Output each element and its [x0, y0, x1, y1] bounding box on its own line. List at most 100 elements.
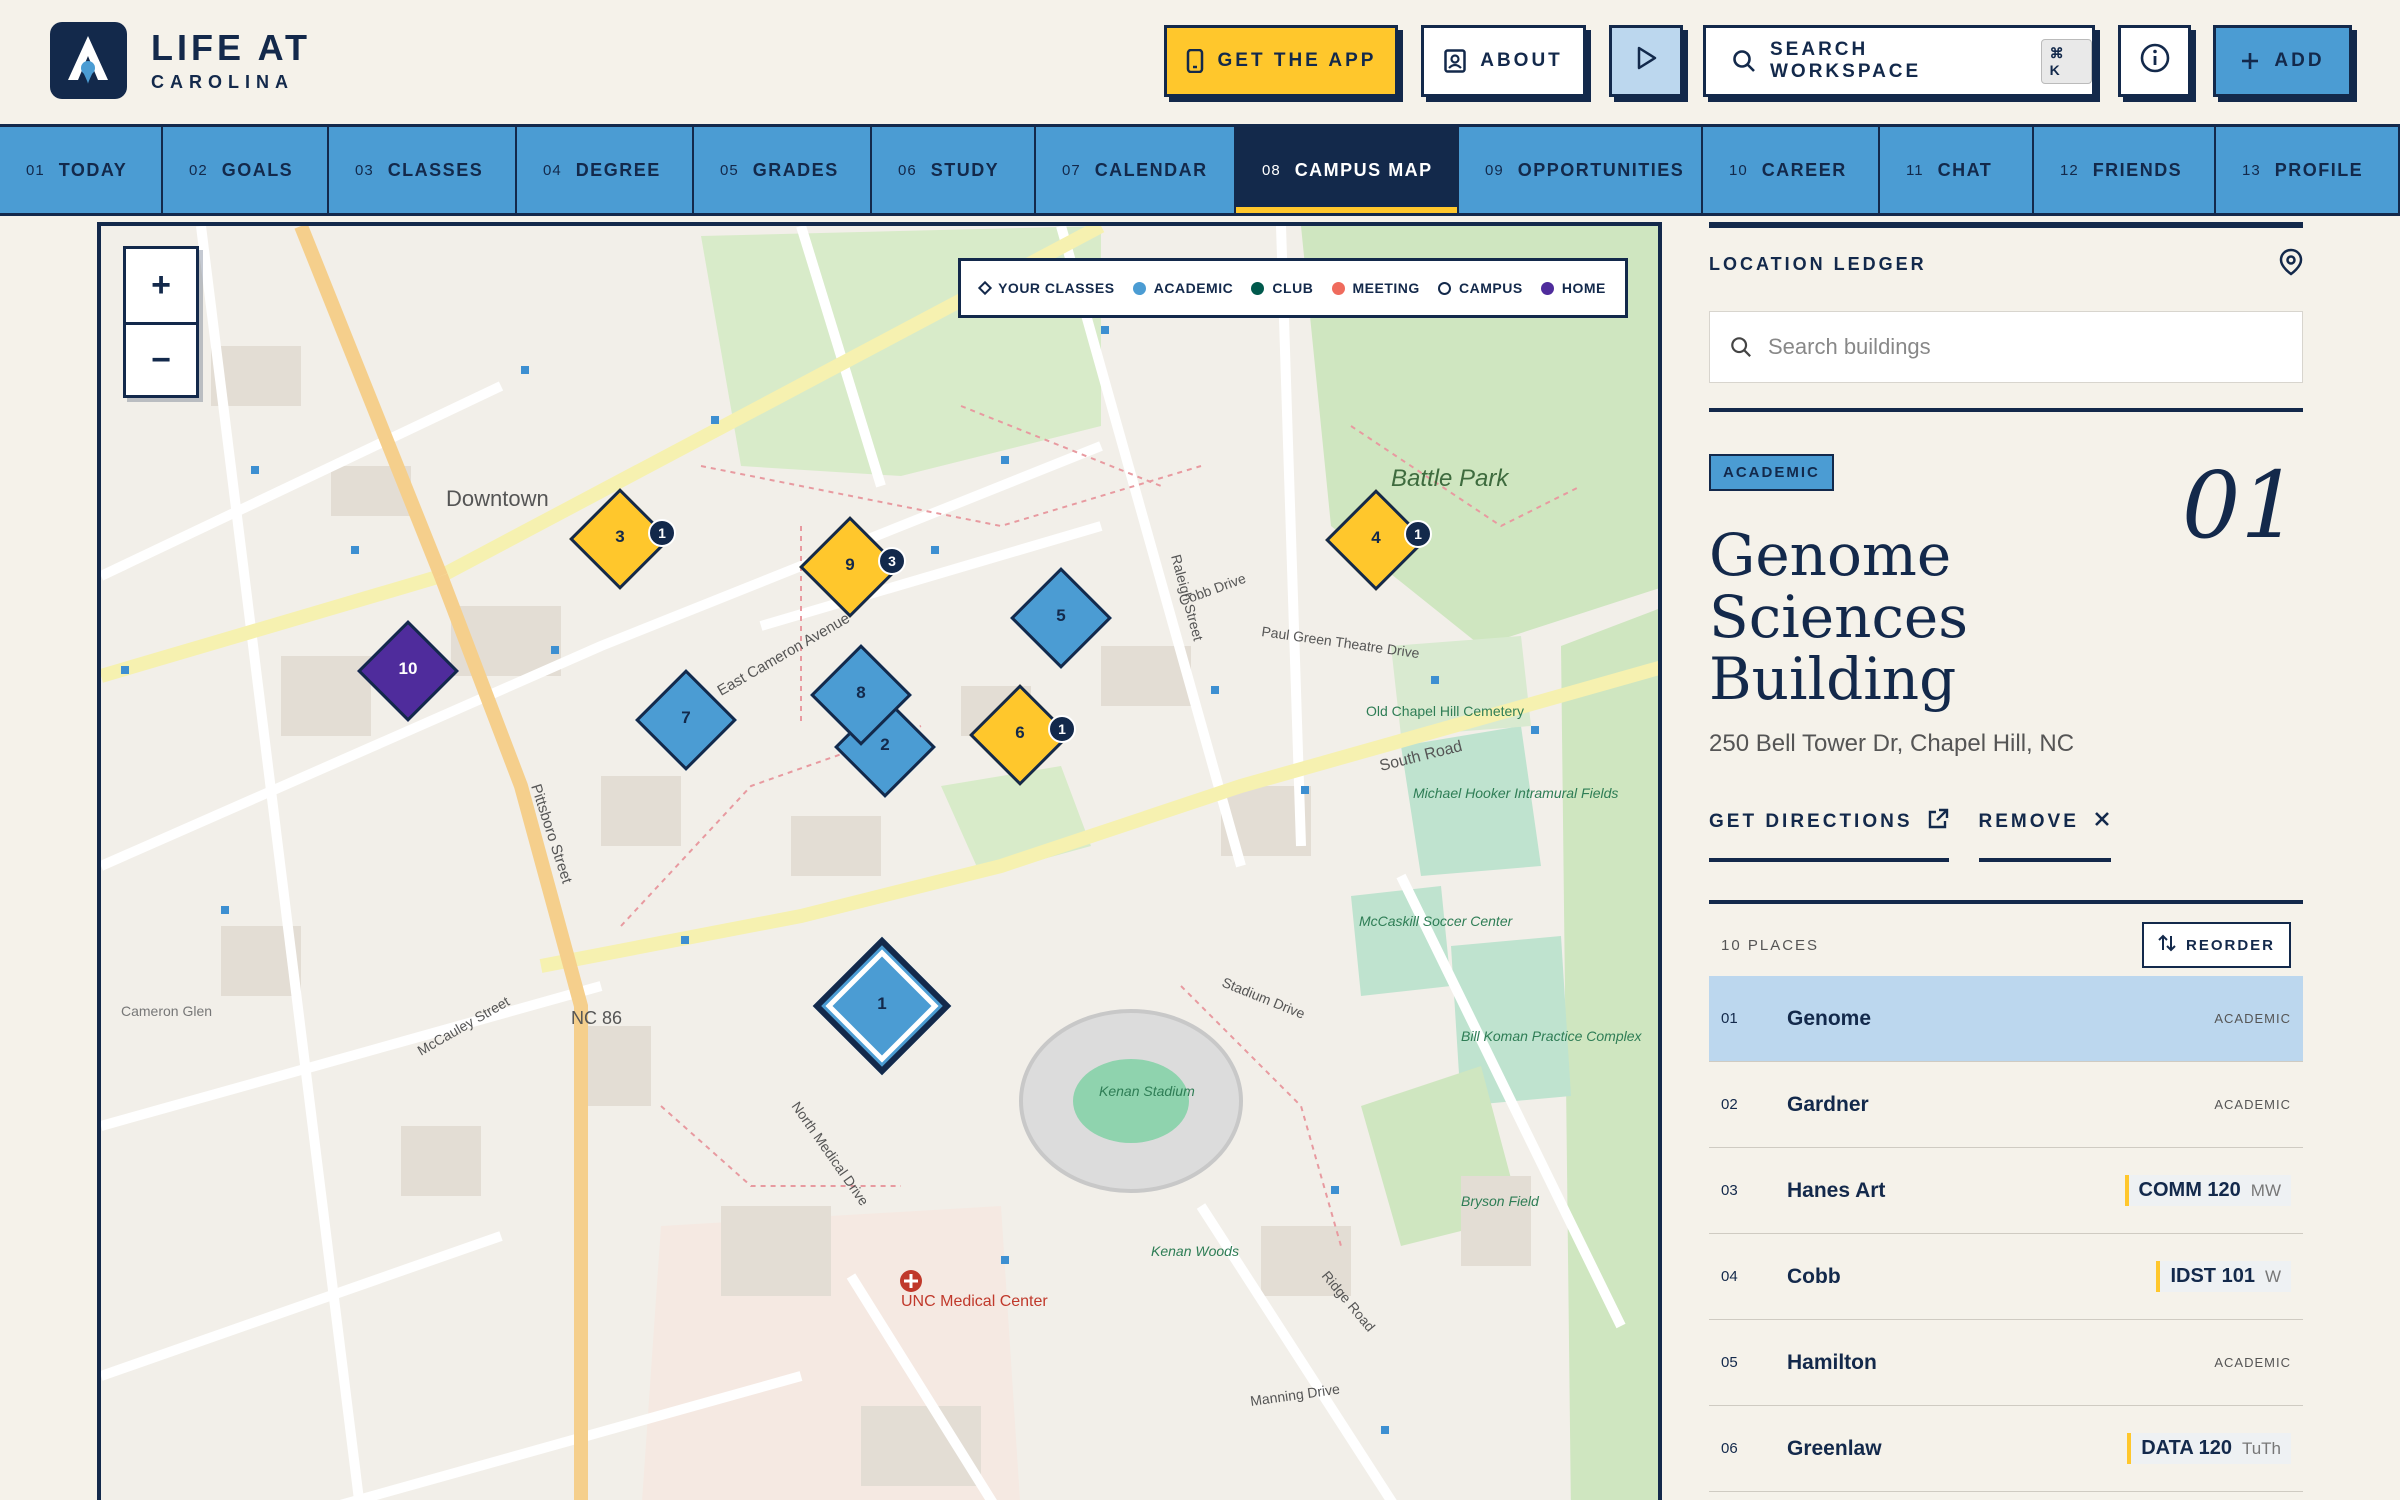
- get-app-label: GET THE APP: [1217, 50, 1377, 71]
- places-count: 10 PLACES: [1721, 936, 1820, 954]
- tab-career[interactable]: 10 CAREER: [1703, 127, 1880, 213]
- legend-swatch: [1331, 281, 1345, 295]
- legend-item: CLUB: [1251, 280, 1313, 296]
- zoom-in-button[interactable]: +: [126, 249, 196, 322]
- place-row[interactable]: 01 Genome ACADEMIC: [1709, 976, 2303, 1062]
- zoom-controls: + −: [123, 246, 199, 398]
- zoom-out-button[interactable]: −: [126, 322, 196, 395]
- get-directions-button[interactable]: GET DIRECTIONS: [1709, 808, 1949, 862]
- info-icon: [2139, 42, 2171, 80]
- tab-campus-map[interactable]: 08 CAMPUS MAP: [1236, 127, 1459, 213]
- place-name: Hanes Art: [1787, 1178, 1886, 1202]
- places-header: 10 PLACES REORDER: [1709, 922, 2303, 968]
- about-button[interactable]: ABOUT: [1421, 25, 1586, 97]
- tab-number: 12: [2060, 161, 2079, 179]
- map-pin-icon[interactable]: [2279, 248, 2303, 281]
- place-number: 06: [1721, 1440, 1738, 1457]
- tab-classes[interactable]: 03 CLASSES: [329, 127, 517, 213]
- place-row[interactable]: 03 Hanes Art COMM 120 MW: [1709, 1148, 2303, 1234]
- tab-goals[interactable]: 02 GOALS: [163, 127, 329, 213]
- marker-number: 3: [615, 527, 625, 546]
- reorder-icon: [2158, 934, 2176, 956]
- tab-number: 01: [26, 161, 45, 179]
- brand-wordmark: LIFE AT CAROLINA: [151, 28, 311, 93]
- main-nav: 01 TODAY 02 GOALS 03 CLASSES 04 DEGREE 05 GRADES 0…: [0, 124, 2400, 216]
- tab-label: STUDY: [930, 159, 1000, 180]
- legend-label: HOME: [1561, 280, 1606, 296]
- tab-calendar[interactable]: 07 CALENDAR: [1036, 127, 1236, 213]
- course-days: TuTh: [2241, 1438, 2281, 1458]
- label-bryson-field: Bryson Field: [1461, 1193, 1540, 1209]
- tab-chat[interactable]: 11 CHAT: [1880, 127, 2034, 213]
- play-icon: [1633, 45, 1659, 77]
- plus-icon: [2240, 51, 2260, 71]
- logo-icon[interactable]: [50, 22, 127, 99]
- phone-icon: [1186, 49, 1204, 73]
- tab-label: FRIENDS: [2092, 159, 2183, 180]
- remove-button[interactable]: REMOVE: [1978, 808, 2111, 862]
- course-code: DATA 120: [2141, 1437, 2232, 1459]
- reorder-label: REORDER: [2185, 936, 2275, 954]
- external-link-icon: [1927, 808, 1949, 836]
- get-app-button[interactable]: GET THE APP: [1164, 25, 1398, 97]
- remove-label: REMOVE: [1978, 811, 2079, 832]
- tab-label: TODAY: [58, 159, 128, 180]
- tab-number: 09: [1485, 161, 1504, 179]
- marker-number: 2: [880, 735, 890, 754]
- tab-number: 06: [898, 161, 917, 179]
- place-name: Greenlaw: [1787, 1436, 1882, 1460]
- building-search-input[interactable]: Search buildings: [1709, 311, 2303, 383]
- marker-number: 1: [877, 994, 887, 1013]
- place-type: ACADEMIC: [2214, 1097, 2291, 1112]
- tab-study[interactable]: 06 STUDY: [872, 127, 1036, 213]
- tab-number: 11: [1906, 161, 1924, 179]
- add-button[interactable]: ADD: [2213, 25, 2352, 97]
- tab-degree[interactable]: 04 DEGREE: [517, 127, 694, 213]
- campus-map[interactable]: Downtown Battle Park Kenan Stadium UNC M…: [97, 222, 1662, 1500]
- label-cemetery: Old Chapel Hill Cemetery: [1366, 703, 1524, 719]
- tab-number: 07: [1062, 161, 1081, 179]
- marker-number: 10: [398, 659, 418, 678]
- building-address: 250 Bell Tower Dr, Chapel Hill, NC: [1709, 730, 2075, 757]
- label-mccaskill: McCaskill Soccer Center: [1359, 913, 1514, 929]
- tab-label: DEGREE: [575, 159, 661, 180]
- place-name: Gardner: [1787, 1092, 1869, 1116]
- place-number: 05: [1721, 1354, 1738, 1371]
- place-number: 04: [1721, 1268, 1738, 1285]
- tab-label: OPPORTUNITIES: [1517, 159, 1685, 180]
- info-button[interactable]: [2118, 25, 2191, 97]
- place-number: 01: [1721, 1010, 1738, 1027]
- tab-profile[interactable]: 13 PROFILE: [2216, 127, 2400, 213]
- search-icon: [1732, 49, 1756, 73]
- tab-label: CAMPUS MAP: [1294, 159, 1433, 180]
- course-code: COMM 120: [2138, 1179, 2241, 1201]
- place-name: Genome: [1787, 1006, 1872, 1030]
- tab-label: PROFILE: [2274, 159, 2364, 180]
- places-list: 01 Genome ACADEMIC 02 Gardner ACADEMIC 03 Hanes…: [1709, 976, 2303, 1492]
- tab-opportunities[interactable]: 09 OPPORTUNITIES: [1459, 127, 1703, 213]
- tab-grades[interactable]: 05 GRADES: [694, 127, 872, 213]
- place-row[interactable]: 04 Cobb IDST 101 W: [1709, 1234, 2303, 1320]
- selected-index: 01: [2181, 452, 2299, 559]
- place-row[interactable]: 02 Gardner ACADEMIC: [1709, 1062, 2303, 1148]
- label-battle-park: Battle Park: [1391, 465, 1510, 492]
- play-button[interactable]: [1609, 25, 1683, 97]
- divider: [1709, 900, 2303, 904]
- reorder-button[interactable]: REORDER: [2141, 922, 2291, 968]
- map-legend: YOUR CLASSES ACADEMIC CLUB MEETING CAMPUS HOM…: [958, 258, 1628, 318]
- legend-label: YOUR CLASSES: [998, 280, 1115, 296]
- tab-today[interactable]: 01 TODAY: [0, 127, 163, 213]
- class-chip: COMM 120 MW: [2124, 1175, 2291, 1206]
- class-count-badge: 1: [648, 519, 676, 547]
- add-label: ADD: [2274, 50, 2325, 71]
- tab-number: 04: [543, 161, 562, 179]
- legend-label: CAMPUS: [1459, 280, 1523, 296]
- brand-line1: LIFE AT: [151, 27, 311, 68]
- tab-friends[interactable]: 12 FRIENDS: [2034, 127, 2216, 213]
- place-row[interactable]: 05 Hamilton ACADEMIC: [1709, 1320, 2303, 1406]
- search-workspace-button[interactable]: SEARCH WORKSPACE ⌘ K: [1703, 25, 2095, 97]
- tab-number: 02: [189, 161, 208, 179]
- search-placeholder: Search buildings: [1768, 334, 1931, 359]
- legend-swatch: [1540, 281, 1554, 295]
- place-row[interactable]: 06 Greenlaw DATA 120 TuTh: [1709, 1406, 2303, 1492]
